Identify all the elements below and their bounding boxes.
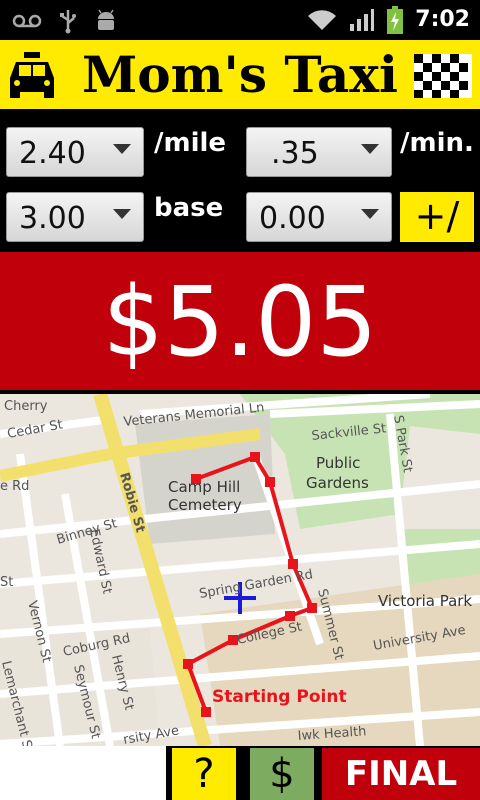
starting-point-label: Starting Point — [212, 687, 347, 707]
adjustment-value: 0.00 — [259, 201, 326, 236]
map-label-st: St — [0, 575, 13, 590]
app-title: Mom's Taxi — [81, 45, 399, 104]
map-label-cemetery: Cemetery — [168, 496, 242, 514]
base-value: 3.00 — [19, 201, 86, 236]
fare-panel: $5.05 — [0, 252, 480, 390]
per-minute-value: .35 — [271, 136, 319, 171]
bottom-spacer — [0, 746, 166, 800]
bottom-bar: ? $ FINAL — [0, 746, 480, 800]
map-label-cedar: Cedar St — [6, 417, 64, 442]
map-label-rd: e Rd — [0, 479, 29, 494]
fare-amount: $5.05 — [102, 266, 378, 378]
map-label-spring-garden: Spring Garden Rd — [198, 567, 314, 602]
map-label-victoria-park: Victoria Park — [378, 592, 472, 610]
base-label: base — [154, 193, 224, 223]
signal-icon — [350, 9, 375, 31]
map-label-camp-hill: Camp Hill — [168, 478, 240, 496]
per-minute-spinner[interactable]: .35 — [246, 127, 392, 177]
plus-minus-button[interactable]: +/− — [400, 192, 474, 286]
map-label-public: Public — [316, 454, 360, 472]
rate-controls: 2.40 /mile .35 /min. 3.00 base 0.00 +/− — [0, 115, 480, 286]
per-minute-label: /min. — [400, 128, 474, 158]
per-mile-value: 2.40 — [19, 136, 86, 171]
battery-charging-icon — [387, 6, 404, 34]
map-view[interactable]: Cherry Cedar St Veterans Memorial Ln Sac… — [0, 394, 480, 746]
map-label-edward: Edward St — [86, 528, 114, 596]
usb-icon — [60, 10, 76, 34]
chevron-down-icon — [113, 144, 131, 154]
map-label-cherry: Cherry — [4, 399, 48, 414]
map-label-gardens: Gardens — [306, 474, 369, 492]
chevron-down-icon — [361, 144, 379, 154]
voicemail-icon — [12, 14, 42, 28]
base-spinner[interactable]: 3.00 — [6, 192, 144, 242]
final-button[interactable]: FINAL — [322, 748, 480, 800]
chevron-down-icon — [361, 209, 379, 219]
adjustment-spinner[interactable]: 0.00 — [246, 192, 392, 242]
chevron-down-icon — [113, 209, 131, 219]
status-bar: 7:02 — [0, 0, 480, 40]
map-canvas[interactable]: Cherry Cedar St Veterans Memorial Ln Sac… — [0, 394, 480, 746]
taxi-icon — [10, 52, 54, 98]
pay-button[interactable]: $ — [250, 748, 314, 800]
per-mile-label: /mile — [154, 128, 227, 158]
wifi-icon — [308, 10, 337, 30]
per-mile-spinner[interactable]: 2.40 — [6, 127, 144, 177]
checkered-flag-icon — [414, 54, 472, 98]
clock: 7:02 — [415, 7, 470, 32]
title-bar: Mom's Taxi — [0, 40, 480, 112]
android-debug-icon — [98, 9, 114, 30]
help-button[interactable]: ? — [172, 748, 236, 800]
